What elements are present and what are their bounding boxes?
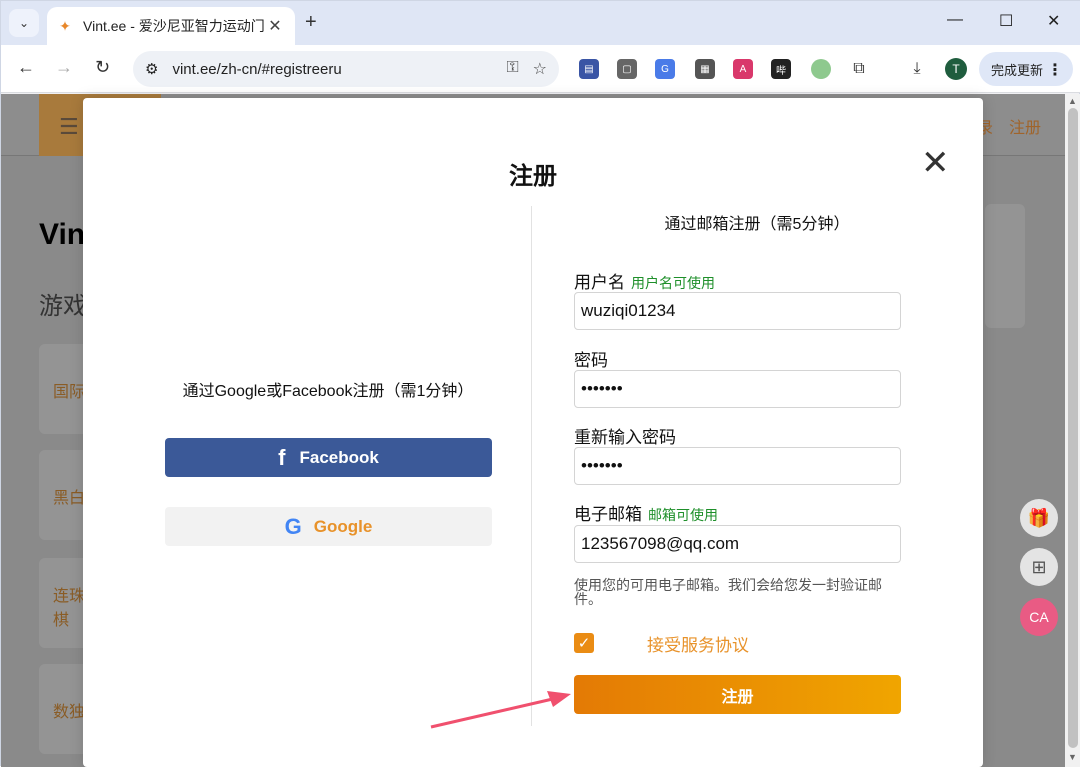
password-repeat-label: 重新输入密码 [574, 428, 676, 447]
email-label: 电子邮箱 邮箱可使用 [574, 505, 718, 524]
password-field[interactable]: ••••••• [574, 370, 901, 408]
page-scrollbar[interactable]: ▲ ▼ [1065, 94, 1080, 767]
update-button[interactable]: 完成更新 ⋮ [979, 52, 1073, 86]
social-register-heading: 通过Google或Facebook注册（需1分钟） [182, 383, 474, 400]
close-icon[interactable]: ✕ [921, 146, 950, 180]
browser-tab[interactable]: ✦ Vint.ee - 爱沙尼亚智力运动门户 ✕ [47, 7, 295, 45]
google-icon: G [284, 513, 302, 539]
close-window-button[interactable]: ✕ [1047, 11, 1060, 31]
google-register-button[interactable]: G Google [165, 507, 492, 546]
profile-avatar[interactable]: T [945, 58, 967, 80]
site-favicon-icon: ✦ [59, 17, 71, 34]
username-label: 用户名 用户名可使用 [574, 273, 715, 292]
download-icon[interactable]: ⤓ [907, 59, 927, 79]
register-modal: 注册 ✕ 通过Google或Facebook注册（需1分钟） f Faceboo… [83, 98, 983, 767]
terms-checkbox[interactable]: ✓ [574, 633, 594, 653]
site-info-icon[interactable]: ⚙ [145, 60, 158, 78]
browser-toolbar: ← → ↻ ⚙ vint.ee/zh-cn/#registreeru ⚿ ☆ ▤… [1, 45, 1080, 93]
reload-button[interactable]: ↻ [95, 57, 110, 78]
scroll-up-icon[interactable]: ▲ [1068, 96, 1077, 106]
facebook-label: Facebook [299, 447, 379, 467]
password-label: 密码 [574, 351, 608, 370]
flag-extension-icon[interactable]: ▤ [579, 59, 599, 79]
green-extension-icon[interactable] [811, 59, 831, 79]
bili-extension-icon[interactable]: 哔 [771, 59, 791, 79]
back-button[interactable]: ← [17, 57, 35, 78]
address-bar[interactable]: ⚙ vint.ee/zh-cn/#registreeru ⚿ ☆ [133, 51, 559, 87]
translate-extension-icon[interactable]: G [655, 59, 675, 79]
bookmark-star-icon[interactable]: ☆ [533, 59, 547, 79]
scroll-down-icon[interactable]: ▼ [1068, 752, 1077, 762]
qr-extension-icon[interactable]: ▦ [695, 59, 715, 79]
password-repeat-field[interactable]: ••••••• [574, 447, 901, 485]
email-field[interactable]: 123567098@qq.com [574, 525, 901, 563]
menu-dots-icon[interactable]: ⋮ [1047, 60, 1063, 80]
divider [531, 206, 532, 726]
apps-icon[interactable]: ⊞ [1020, 548, 1058, 586]
dictionary-float-icon[interactable]: CA [1020, 598, 1058, 636]
site-title: Vin [39, 218, 86, 251]
maximize-button[interactable]: ☐ [999, 11, 1013, 31]
email-hint: 使用您的可用电子邮箱。我们会给您发一封验证邮件。 [574, 577, 882, 607]
username-field[interactable]: wuziqi01234 [574, 292, 901, 330]
facebook-icon: f [278, 444, 286, 470]
email-register-heading: 通过邮箱注册（需5分钟） [664, 216, 850, 233]
tab-title: Vint.ee - 爱沙尼亚智力运动门户 [83, 18, 265, 34]
minimize-button[interactable]: — [947, 11, 963, 29]
gift-icon[interactable]: 🎁 [1020, 499, 1058, 537]
chat-extension-icon[interactable]: ▢ [617, 59, 637, 79]
side-card [985, 204, 1025, 328]
checkmark-icon: ✓ [577, 635, 591, 652]
tab-strip: ⌄ ✦ Vint.ee - 爱沙尼亚智力运动门户 ✕ + — ☐ ✕ [1, 1, 1080, 45]
tab-search-button[interactable]: ⌄ [9, 9, 39, 37]
extensions-puzzle-icon[interactable]: ⧉ [849, 59, 869, 79]
facebook-register-button[interactable]: f Facebook [165, 438, 492, 477]
hamburger-icon: ☰ [59, 114, 79, 139]
new-tab-button[interactable]: + [305, 11, 317, 34]
scrollbar-thumb[interactable] [1068, 108, 1078, 748]
update-label: 完成更新 [991, 62, 1044, 78]
email-status: 邮箱可使用 [648, 507, 718, 523]
register-link[interactable]: 注册 [1009, 114, 1041, 138]
tab-close-icon[interactable]: ✕ [265, 16, 285, 36]
google-label: Google [313, 516, 373, 536]
register-submit-button[interactable]: 注册 [574, 675, 901, 714]
modal-title: 注册 [509, 163, 557, 190]
password-key-icon[interactable]: ⚿ [506, 59, 518, 79]
games-heading: 游戏 [39, 293, 87, 320]
username-status: 用户名可使用 [631, 275, 715, 291]
terms-link[interactable]: 接受服务协议 [647, 631, 749, 656]
url-text: vint.ee/zh-cn/#registreeru [172, 60, 342, 78]
browser-window: ⌄ ✦ Vint.ee - 爱沙尼亚智力运动门户 ✕ + — ☐ ✕ ← → ↻… [0, 0, 1080, 767]
dictionary-extension-icon[interactable]: A [733, 59, 753, 79]
forward-button[interactable]: → [55, 57, 73, 78]
